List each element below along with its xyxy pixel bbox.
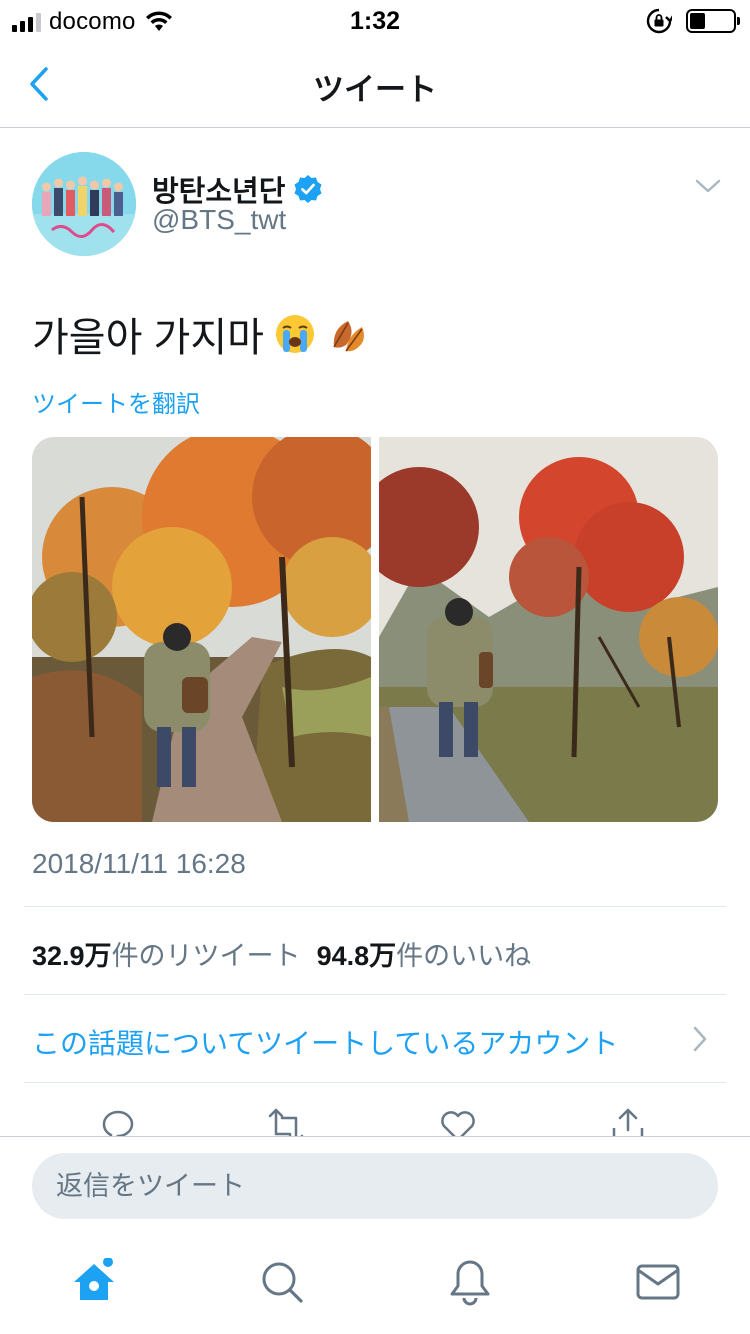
retweets-count: 32.9万 [32,941,112,971]
status-bar: docomo 1:32 [0,0,750,42]
reply-input[interactable]: 返信をツイート [32,1153,718,1219]
likes-count: 94.8万 [316,941,397,971]
search-icon[interactable] [258,1258,306,1306]
navigation-bar: ツイート [0,42,750,128]
battery-icon [686,9,740,33]
tweet-body: 가을아 가지마 [32,316,264,360]
page-title: ツイート [313,72,437,107]
tweet-stats: 32.9万件のリツイート 94.8万件のいいね [32,934,531,973]
tweet-text: 가을아 가지마 [32,305,368,363]
notifications-icon[interactable] [446,1258,494,1306]
divider [24,994,726,995]
messages-icon[interactable] [634,1258,682,1306]
retweets-stat[interactable]: 32.9万件のリツイート [32,934,301,973]
autumn-path-photo-1[interactable] [32,437,371,822]
tab-bar [0,1234,750,1334]
reply-bar: 返信をツイート [0,1136,750,1234]
topic-accounts-link[interactable]: この話題についてツイートしているアカウント [32,1022,618,1062]
verified-badge-icon [294,175,322,203]
likes-stat[interactable]: 94.8万件のいいね [317,934,532,973]
autumn-path-photo-2[interactable] [379,437,718,822]
clock: 1:32 [349,7,401,35]
reply-icon[interactable] [98,1106,138,1136]
fallen-leaf-icon [333,321,364,352]
tweet-actions [0,1098,750,1136]
avatar-image [32,152,136,256]
chevron-down-icon[interactable] [694,176,722,196]
tweet-timestamp: 2018/11/11 16:28 [32,848,246,879]
rotation-lock-icon [646,8,672,34]
translate-tweet-link[interactable]: ツイートを翻訳 [32,384,200,419]
share-icon[interactable] [608,1106,648,1136]
divider [24,1082,726,1083]
photo-grid [32,437,718,822]
retweet-icon[interactable] [266,1106,306,1136]
loudly-crying-face-icon [275,315,314,353]
divider [24,906,726,907]
like-icon[interactable] [438,1106,478,1136]
status-right [646,8,740,34]
avatar[interactable] [32,152,136,256]
home-icon[interactable] [70,1258,118,1306]
chevron-right-icon[interactable] [690,1024,710,1054]
likes-label: 件のいいね [396,941,532,971]
retweets-label: 件のリツイート [111,941,301,971]
user-handle[interactable]: @BTS_twt [152,204,286,236]
